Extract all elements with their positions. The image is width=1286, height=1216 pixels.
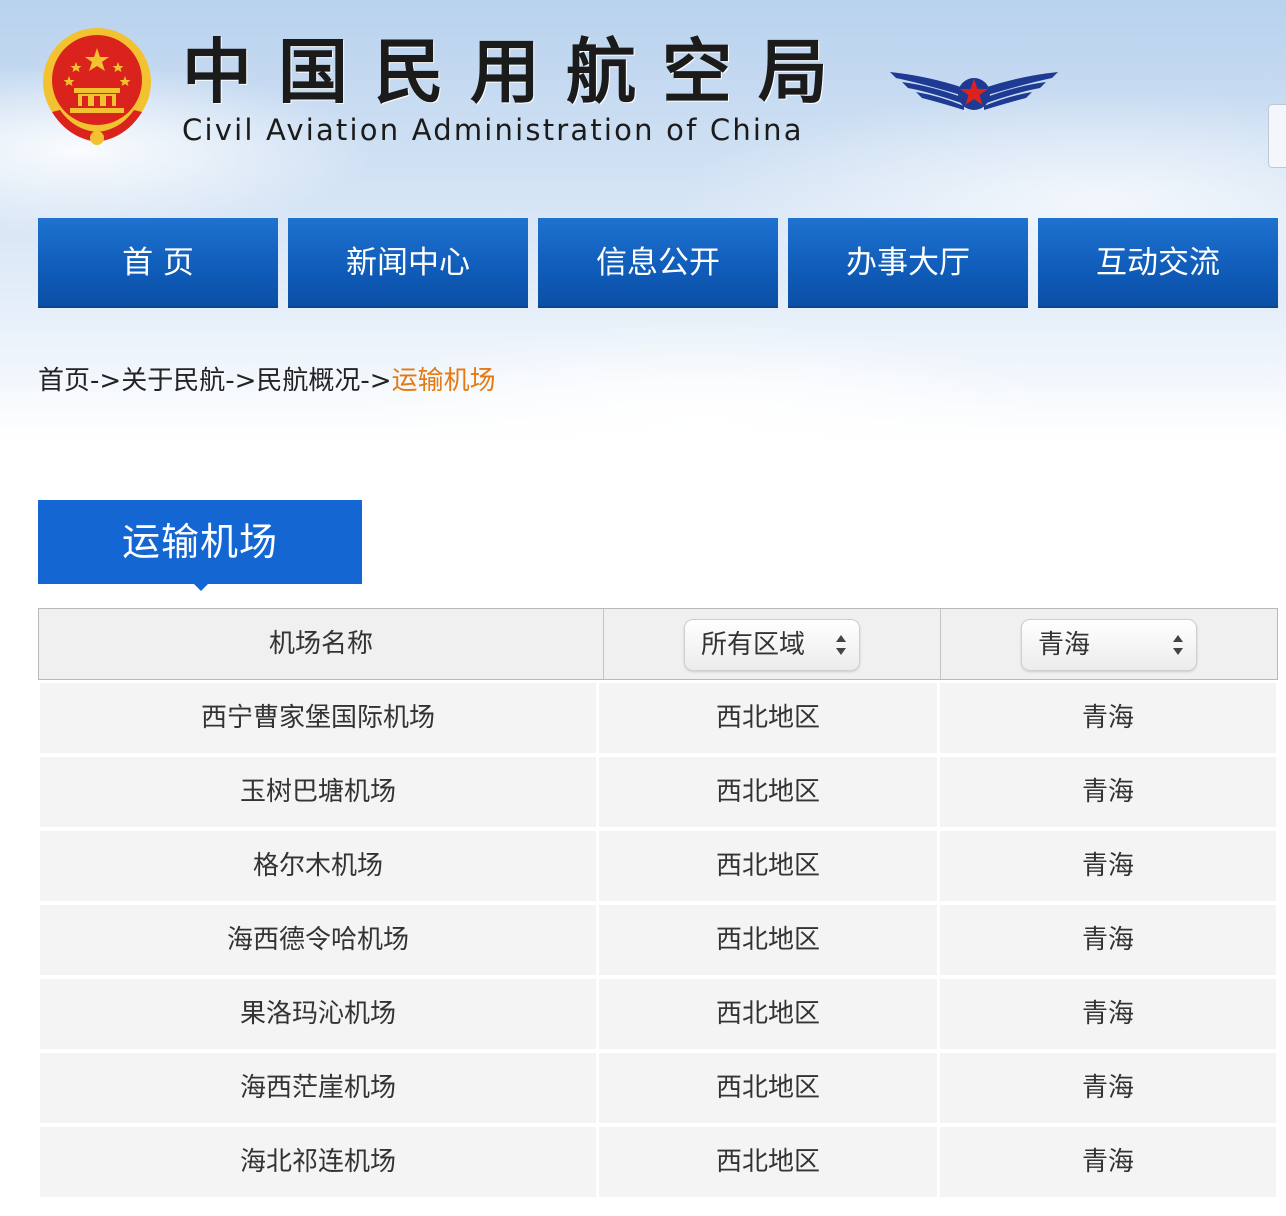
nav-item-info[interactable]: 信息公开 (538, 218, 778, 308)
airport-name-cell[interactable]: 海北祁连机场 (40, 1127, 596, 1197)
breadcrumb: 首页->关于民航->民航概况->运输机场 (38, 362, 496, 400)
region-cell: 西北地区 (599, 757, 937, 827)
airport-name-cell[interactable]: 格尔木机场 (40, 831, 596, 901)
region-cell: 西北地区 (599, 1127, 937, 1197)
breadcrumb-separator: -> (360, 366, 392, 396)
province-cell: 青海 (940, 1053, 1276, 1123)
airport-name-cell[interactable]: 果洛玛沁机场 (40, 979, 596, 1049)
region-cell: 西北地区 (599, 979, 937, 1049)
side-floating-tab[interactable] (1268, 104, 1286, 168)
breadcrumb-about[interactable]: 关于民航 (121, 366, 225, 396)
caac-wings-logo-icon (890, 72, 1058, 110)
select-arrows-icon (836, 635, 846, 655)
region-select[interactable]: 所有区域 (684, 619, 860, 671)
table-row: 果洛玛沁机场 西北地区 青海 (38, 976, 1278, 1050)
province-select-value: 青海 (1038, 630, 1091, 660)
breadcrumb-separator: -> (90, 366, 122, 396)
region-cell: 西北地区 (599, 831, 937, 901)
nav-item-services[interactable]: 办事大厅 (788, 218, 1028, 308)
region-cell: 西北地区 (599, 683, 937, 753)
nav-item-home[interactable]: 首 页 (38, 218, 278, 308)
site-title-en: Civil Aviation Administration of China (182, 113, 804, 147)
table-row: 海北祁连机场 西北地区 青海 (38, 1124, 1278, 1198)
breadcrumb-separator: -> (225, 366, 257, 396)
national-emblem-icon (43, 28, 151, 145)
region-cell: 西北地区 (599, 1053, 937, 1123)
column-header-province: 青海 (941, 609, 1277, 679)
breadcrumb-overview[interactable]: 民航概况 (256, 366, 360, 396)
province-cell: 青海 (940, 979, 1276, 1049)
breadcrumb-home[interactable]: 首页 (38, 366, 90, 396)
airport-name-cell[interactable]: 海西德令哈机场 (40, 905, 596, 975)
nav-item-news[interactable]: 新闻中心 (288, 218, 528, 308)
nav-item-interaction[interactable]: 互动交流 (1038, 218, 1278, 308)
region-cell: 西北地区 (599, 905, 937, 975)
province-cell: 青海 (940, 831, 1276, 901)
site-title-cn: 中国民用航空局 (182, 31, 854, 113)
column-header-airport-name: 机场名称 (39, 609, 604, 679)
select-arrows-icon (1173, 635, 1183, 655)
airport-name-cell[interactable]: 海西茫崖机场 (40, 1053, 596, 1123)
table-row: 海西德令哈机场 西北地区 青海 (38, 902, 1278, 976)
column-header-region: 所有区域 (604, 609, 941, 679)
region-select-value: 所有区域 (701, 630, 806, 660)
table-row: 格尔木机场 西北地区 青海 (38, 828, 1278, 902)
province-cell: 青海 (940, 757, 1276, 827)
province-cell: 青海 (940, 683, 1276, 753)
table-row: 玉树巴塘机场 西北地区 青海 (38, 754, 1278, 828)
airport-table: 机场名称 所有区域 青海 西宁曹家堡国际机场 西北地区 青海 玉树巴塘机场 西北… (38, 608, 1278, 1198)
province-cell: 青海 (940, 1127, 1276, 1197)
table-row: 西宁曹家堡国际机场 西北地区 青海 (38, 680, 1278, 754)
section-title-pointer (192, 582, 210, 591)
breadcrumb-current: 运输机场 (391, 366, 496, 396)
airport-name-cell[interactable]: 西宁曹家堡国际机场 (40, 683, 596, 753)
airport-name-cell[interactable]: 玉树巴塘机场 (40, 757, 596, 827)
province-cell: 青海 (940, 905, 1276, 975)
table-header: 机场名称 所有区域 青海 (38, 608, 1278, 680)
province-select[interactable]: 青海 (1021, 619, 1197, 671)
section-title: 运输机场 (38, 500, 362, 584)
table-row: 海西茫崖机场 西北地区 青海 (38, 1050, 1278, 1124)
